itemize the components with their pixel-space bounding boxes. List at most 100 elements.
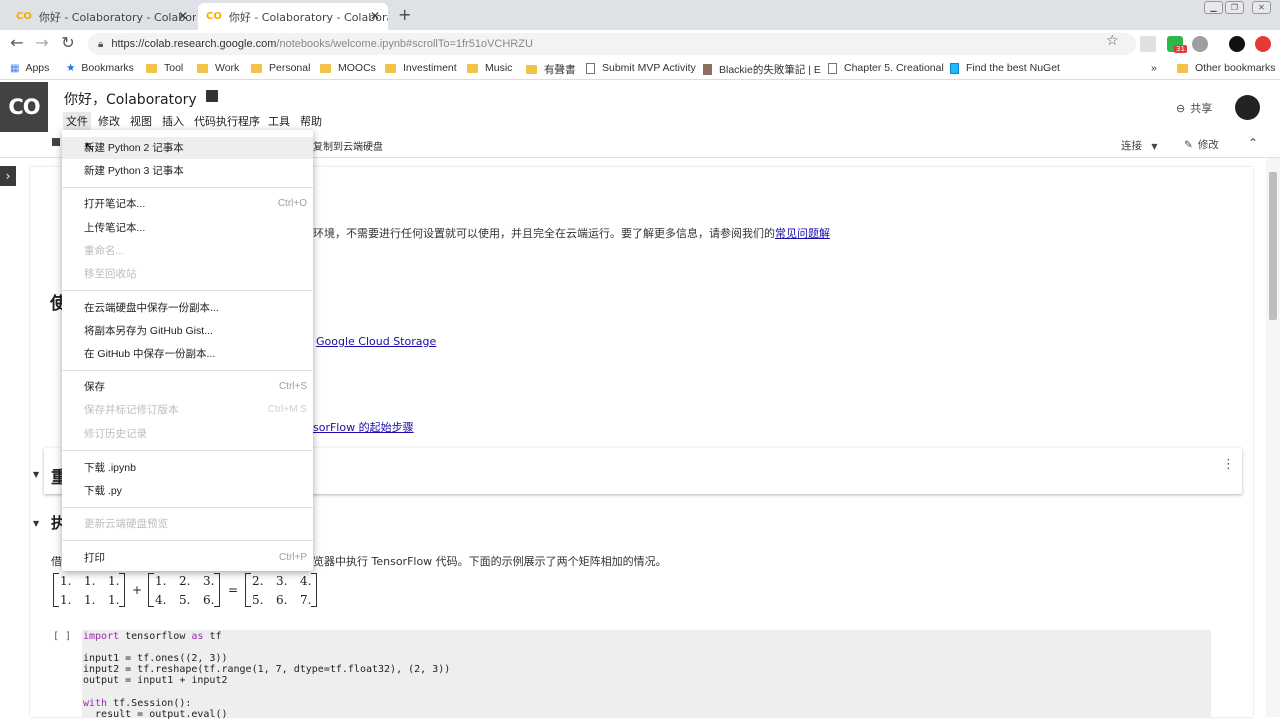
minimize-window-icon[interactable]: ▁	[1204, 1, 1223, 14]
menu-item-download-ipynb[interactable]: 下载 .ipynb	[62, 457, 313, 479]
bookmark-folder[interactable]: MOOCs	[320, 62, 376, 74]
bookmark-page[interactable]: Chapter 5. Creational	[828, 62, 944, 74]
menu-item-save-github[interactable]: 在 GitHub 中保存一份副本...	[62, 343, 313, 365]
user-avatar[interactable]	[1235, 95, 1260, 120]
menu-item-open-notebook[interactable]: 打开笔记本... Ctrl+O	[62, 193, 313, 215]
menu-item-save[interactable]: 保存 Ctrl+S	[62, 376, 313, 398]
scrollbar[interactable]	[1266, 158, 1280, 717]
collapse-arrow-icon[interactable]: ▼	[33, 519, 39, 528]
bookmark-folder[interactable]: Music	[467, 62, 512, 74]
copy-to-drive-button[interactable]: 复制到云端硬盘	[313, 138, 383, 153]
menu-view[interactable]: 视图	[127, 112, 155, 130]
colab-logo[interactable]: CO	[0, 82, 48, 132]
menu-item-new-python2[interactable]: 新建 Python 2 记事本	[62, 137, 313, 159]
bookmark-apps[interactable]: ▦ Apps	[10, 62, 49, 74]
mouse-cursor-icon: ↖	[84, 140, 95, 155]
bracket-right	[311, 573, 317, 607]
new-tab-button[interactable]: +	[398, 5, 411, 24]
tab-title: 你好 - Colaboratory - Colaborato	[38, 10, 196, 24]
bookmark-page[interactable]: Find the best NuGet	[950, 62, 1060, 74]
bookmark-folder[interactable]: Work	[197, 62, 239, 74]
scrollbar-thumb[interactable]	[1269, 172, 1277, 320]
menu-item-label: 下载 .py	[84, 485, 122, 497]
menu-runtime[interactable]: 代码执行程序	[191, 112, 263, 130]
menu-item-label: 打开笔记本...	[84, 198, 146, 210]
browser-tab[interactable]: CO 你好 - Colaboratory - Colaborato ✕	[8, 3, 196, 30]
bookmark-folder[interactable]: Investiment	[385, 62, 457, 74]
menu-item-save-pin-revision[interactable]: 保存并标记修订版本 Ctrl+M S	[62, 399, 313, 421]
matrix-cell: 4.	[155, 593, 167, 607]
collapse-arrow-icon[interactable]: ▼	[33, 470, 39, 479]
bookmark-page[interactable]: Blackie的失敗筆記 | E	[703, 62, 821, 77]
extension-icon[interactable]	[1140, 36, 1156, 52]
share-button[interactable]: ⊖ 共享	[1176, 100, 1212, 116]
bookmark-other[interactable]: Other bookmarks	[1177, 62, 1276, 74]
close-window-icon[interactable]: ✕	[1252, 1, 1271, 14]
bookmark-folder[interactable]: 有聲書	[526, 62, 576, 77]
toggle-sidebar-icon[interactable]: ›	[0, 166, 16, 186]
bracket-right	[119, 573, 125, 607]
forward-icon[interactable]: →	[31, 33, 53, 52]
extension-icon[interactable]	[1255, 36, 1271, 52]
folder-icon	[526, 65, 537, 74]
menu-divider	[62, 290, 313, 291]
tf-description-prefix: 借	[51, 555, 62, 568]
bookmark-folder[interactable]: Tool	[146, 62, 183, 74]
menu-item-new-python3[interactable]: 新建 Python 3 记事本	[62, 160, 313, 182]
more-options-icon[interactable]: ⋮	[1222, 457, 1235, 472]
menu-help[interactable]: 帮助	[297, 112, 325, 130]
gcs-link[interactable]: Google Cloud Storage	[316, 335, 436, 348]
menu-edit[interactable]: 修改	[95, 112, 123, 130]
bookmark-folder[interactable]: Personal	[251, 62, 310, 74]
reload-icon[interactable]: ↻	[57, 33, 79, 52]
tensorflow-link[interactable]: sorFlow 的起始步骤	[313, 419, 414, 435]
menu-item-label: 打印	[84, 552, 105, 564]
collapse-header-icon[interactable]: ⌃	[1248, 136, 1258, 150]
code-cell-editor[interactable]: import tensorflow as tf input1 = tf.ones…	[82, 630, 1211, 720]
bookmark-label: Submit MVP Activity	[602, 62, 696, 74]
close-tab-icon[interactable]: ✕	[370, 9, 380, 23]
menu-item-label: 更新云端硬盘预览	[84, 518, 168, 530]
add-code-icon[interactable]	[52, 138, 60, 146]
menu-item-save-gist[interactable]: 将副本另存为 GitHub Gist...	[62, 320, 313, 342]
menu-item-print[interactable]: 打印 Ctrl+P	[62, 547, 313, 569]
close-tab-icon[interactable]: ✕	[178, 9, 188, 23]
folder-icon	[1177, 63, 1188, 73]
matrix-cell: 1.	[84, 593, 96, 607]
connect-button[interactable]: 连接 ▼	[1121, 138, 1158, 153]
menu-item-save-copy-drive[interactable]: 在云端硬盘中保存一份副本...	[62, 297, 313, 319]
extension-badge: 31	[1174, 45, 1187, 53]
save-status-icon	[206, 90, 218, 102]
menu-file[interactable]: 文件	[63, 112, 91, 130]
menu-item-download-py[interactable]: 下载 .py	[62, 480, 313, 502]
menu-item-upload-notebook[interactable]: 上传笔记本...	[62, 217, 313, 239]
bracket-left	[53, 573, 59, 607]
bookmarks-overflow-icon[interactable]: »	[1151, 62, 1157, 74]
notebook-title[interactable]: 你好，Colaboratory	[64, 89, 197, 109]
extension-icon[interactable]	[1192, 36, 1208, 52]
share-label: 共享	[1190, 102, 1213, 115]
menu-item-move-to-trash[interactable]: 移至回收站	[62, 263, 313, 285]
address-bar[interactable]: 🔒︎ https://colab.research.google.com /no…	[88, 33, 1136, 55]
browser-tab-active[interactable]: CO 你好 - Colaboratory - Colaborato ✕	[198, 3, 388, 30]
folder-icon	[251, 63, 262, 73]
bookmark-bookmarks[interactable]: ★ Bookmarks	[66, 62, 134, 74]
restore-window-icon[interactable]: ❐	[1225, 1, 1244, 14]
back-icon[interactable]: ←	[6, 33, 28, 52]
profile-avatar-icon[interactable]	[1229, 36, 1245, 52]
menu-item-rename[interactable]: 重命名...	[62, 240, 313, 262]
bookmark-star-icon[interactable]: ☆	[1106, 33, 1119, 49]
bookmark-page[interactable]: Submit MVP Activity	[586, 62, 696, 74]
menu-tools[interactable]: 工具	[265, 112, 293, 130]
bracket-left	[245, 573, 251, 607]
matrix-cell: 2.	[179, 574, 191, 588]
edit-mode-button[interactable]: ✎ 修改	[1184, 137, 1219, 152]
faq-link[interactable]: 常见问题解	[775, 227, 830, 240]
menu-item-update-drive-preview[interactable]: 更新云端硬盘预览	[62, 513, 313, 535]
cell-run-indicator[interactable]: [ ]	[53, 631, 71, 642]
matrix-cell: 1.	[155, 574, 167, 588]
page-icon	[586, 62, 595, 74]
menu-divider	[62, 370, 313, 371]
menu-item-revision-history[interactable]: 修订历史记录	[62, 423, 313, 445]
menu-insert[interactable]: 插入	[159, 112, 187, 130]
